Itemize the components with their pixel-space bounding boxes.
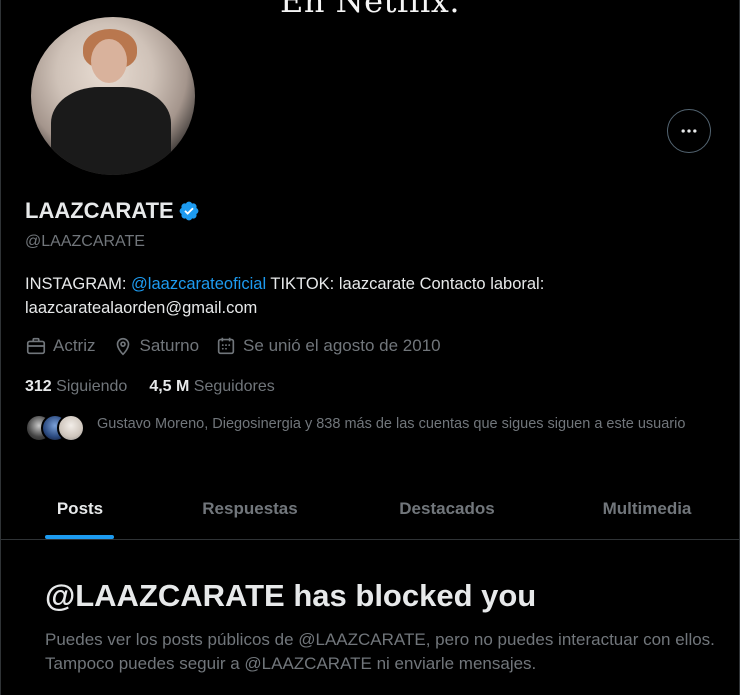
avatar-photo [31, 17, 195, 175]
location-item: Saturno [112, 335, 200, 357]
following-label: Siguiendo [56, 378, 128, 395]
bio-instagram-link[interactable]: @laazcarateoficial [131, 275, 266, 293]
verified-badge-icon[interactable] [178, 200, 200, 222]
profile-handle: @LAAZCARATE [25, 233, 145, 250]
profile-bio: INSTAGRAM: @laazcarateoficial TIKTOK: la… [25, 272, 705, 320]
active-tab-indicator [45, 535, 114, 539]
profession-item: Actriz [25, 335, 96, 357]
followers-count: 4,5 M [149, 378, 190, 395]
mutual-avatars [25, 414, 87, 444]
tab-label: Posts [56, 498, 104, 518]
followers-you-know[interactable]: Gustavo Moreno, Diegosinergia y 838 más … [25, 414, 707, 444]
profile-avatar[interactable] [27, 13, 199, 179]
profile-page: En Netflix. LAAZCARATE @LAAZCARATE INSTA… [0, 0, 740, 695]
calendar-icon [217, 337, 235, 355]
blocked-description: Puedes ver los posts públicos de @LAAZCA… [45, 630, 715, 673]
joined-label: Se unió el agosto de 2010 [243, 336, 441, 355]
name-row: LAAZCARATE [25, 198, 200, 224]
following-link[interactable]: 312 Siguiendo [25, 378, 127, 396]
followers-link[interactable]: 4,5 M Seguidores [149, 378, 274, 396]
followers-label: Seguidores [193, 378, 275, 395]
more-horizontal-icon [681, 129, 697, 133]
profession-label: Actriz [53, 336, 96, 355]
profile-tabs: Posts Respuestas Destacados Multimedia [1, 478, 740, 540]
bio-text-prefix: INSTAGRAM: [25, 275, 132, 293]
tab-multimedia[interactable]: Multimedia [553, 478, 740, 539]
tab-label: Destacados [399, 498, 495, 518]
display-name: LAAZCARATE [25, 198, 174, 223]
mutual-avatar [57, 414, 85, 442]
briefcase-icon [26, 337, 46, 355]
joined-item: Se unió el agosto de 2010 [215, 335, 441, 357]
tab-respuestas[interactable]: Respuestas [159, 478, 341, 539]
followers-you-know-text: Gustavo Moreno, Diegosinergia y 838 más … [97, 416, 686, 432]
more-options-button[interactable] [667, 109, 711, 153]
location-pin-icon [116, 337, 129, 356]
tab-label: Respuestas [202, 498, 298, 518]
tab-posts[interactable]: Posts [1, 478, 159, 539]
tab-destacados[interactable]: Destacados [341, 478, 553, 539]
blocked-title: @LAAZCARATE has blocked you [45, 578, 537, 613]
tab-label: Multimedia [602, 498, 692, 518]
location-label: Saturno [139, 336, 200, 355]
profile-meta: Actriz Saturno Se unió el agosto de 2010 [25, 335, 441, 357]
following-count: 312 [25, 378, 52, 395]
follow-counts: 312 Siguiendo 4,5 M Seguidores [25, 378, 275, 396]
